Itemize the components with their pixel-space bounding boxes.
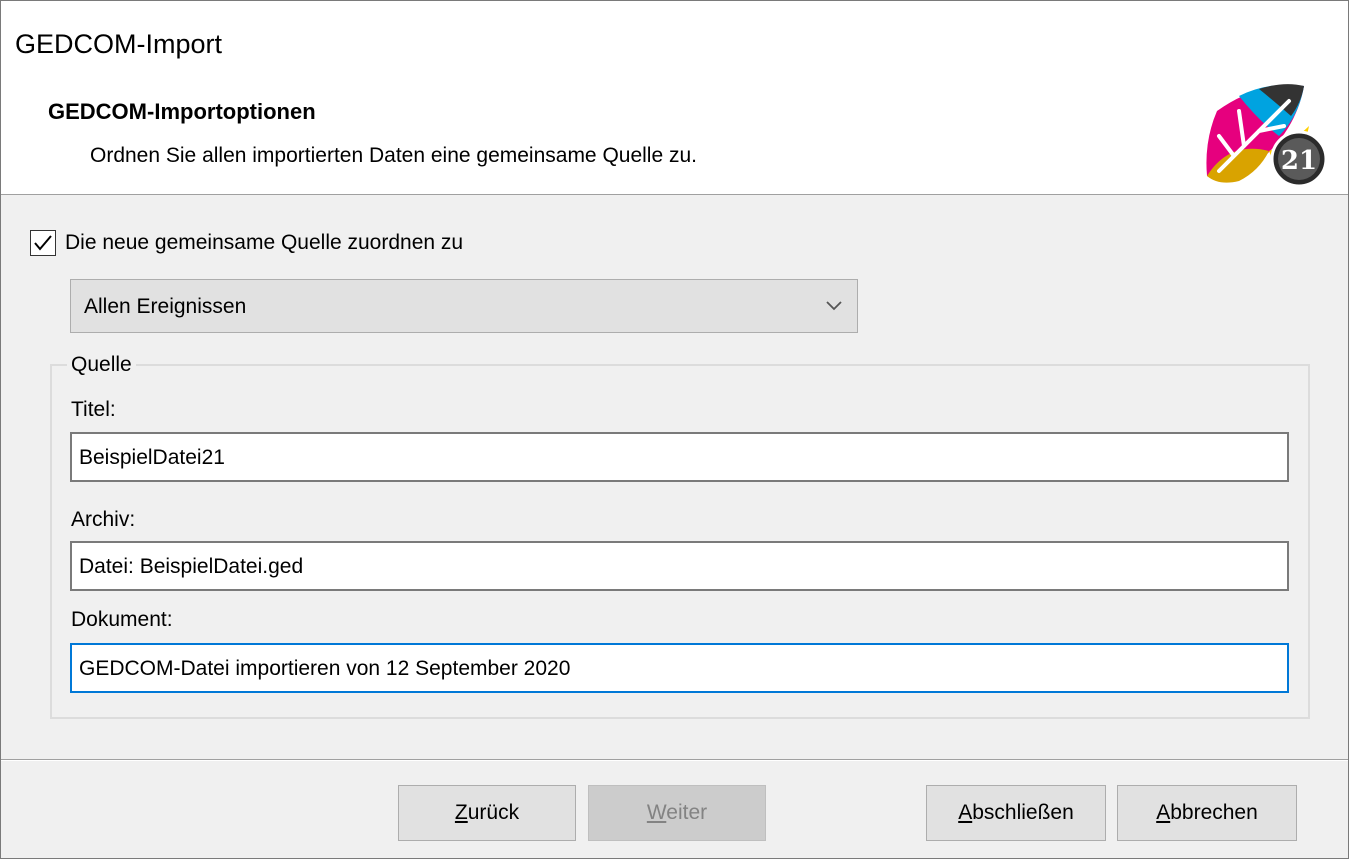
assign-source-checkbox[interactable]: Die neue gemeinsame Quelle zuordnen zu [30,228,463,258]
chevron-down-icon [826,301,842,311]
finish-button[interactable]: Abschließen [926,785,1106,841]
target-events-dropdown[interactable]: Allen Ereignissen [70,279,858,333]
cancel-button[interactable]: Abbrechen [1117,785,1297,841]
assign-source-label: Die neue gemeinsame Quelle zuordnen zu [65,231,464,254]
logo-badge-text: 21 [1281,146,1317,176]
checkmark-icon [34,235,52,251]
back-button[interactable]: Zurück [398,785,576,841]
gedcom-import-dialog: GEDCOM-Import GEDCOM-Importoptionen Ordn… [0,0,1349,859]
window-title: GEDCOM-Import [15,29,223,59]
titel-input-value: BeispielDatei21 [79,446,225,469]
dropdown-selected-value: Allen Ereignissen [84,295,247,318]
wizard-header: GEDCOM-Import GEDCOM-Importoptionen Ordn… [1,1,1348,195]
checkbox-box[interactable] [30,230,56,256]
footer-separator [1,759,1348,761]
dokument-input[interactable]: GEDCOM-Datei importieren von 12 Septembe… [70,643,1289,693]
next-button[interactable]: Weiter [588,785,766,841]
page-subtitle: Ordnen Sie allen importierten Daten eine… [90,144,698,167]
dokument-label: Dokument: [71,608,173,631]
titel-label: Titel: [71,398,116,421]
source-group-legend: Quelle [67,353,136,377]
archiv-label: Archiv: [71,508,136,531]
archiv-input-value: Datei: BeispielDatei.ged [79,555,304,578]
titel-input[interactable]: BeispielDatei21 [70,432,1289,482]
archiv-input[interactable]: Datei: BeispielDatei.ged [70,541,1289,591]
tree-21-logo-icon: 21 [1206,84,1328,188]
dokument-input-value: GEDCOM-Datei importieren von 12 Septembe… [79,657,571,680]
page-heading: GEDCOM-Importoptionen [48,99,316,124]
